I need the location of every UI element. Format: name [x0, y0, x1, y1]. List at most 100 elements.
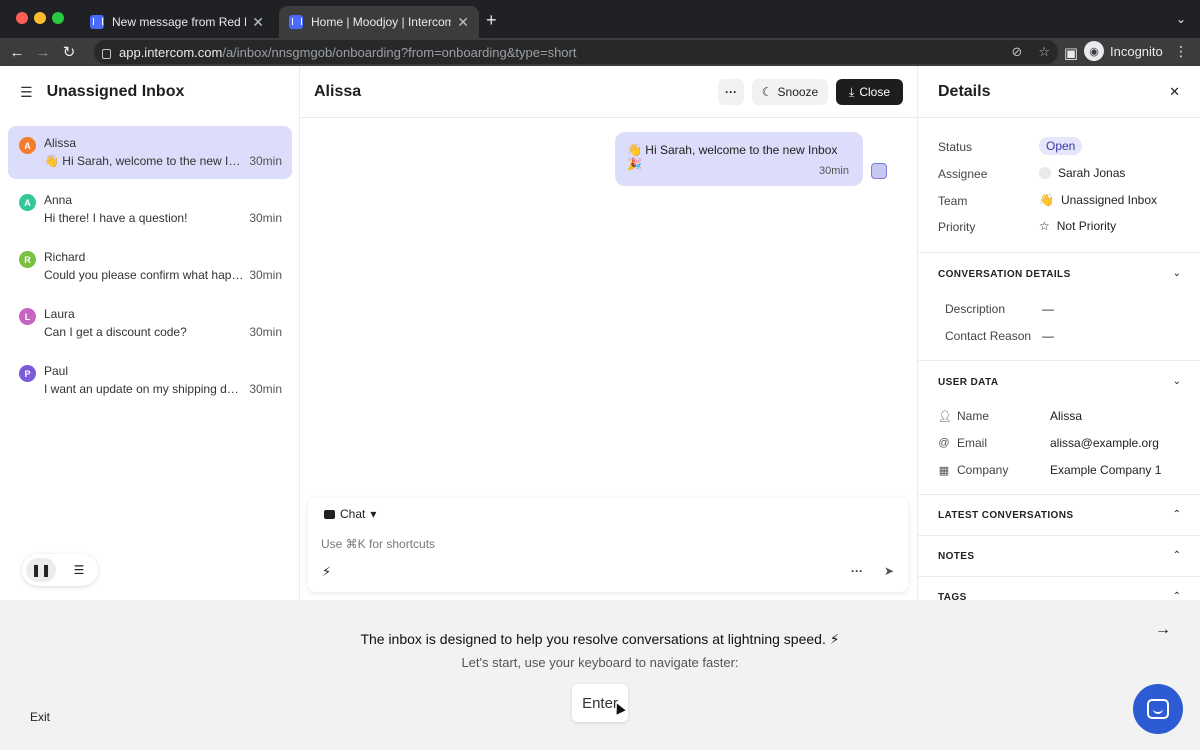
- user-company-value[interactable]: Example Company 1: [1050, 463, 1161, 477]
- url-host: app.intercom.com: [119, 44, 223, 60]
- address-bar[interactable]: app.intercom.com /a/inbox/nnsgmgob/onboa…: [94, 40, 1058, 64]
- next-arrow-icon[interactable]: →: [1155, 621, 1171, 639]
- close-icon[interactable]: ✕: [1169, 84, 1180, 100]
- building-icon: ▦: [938, 464, 950, 477]
- conversation-item-richard[interactable]: R Richard Could you please confirm what …: [8, 240, 292, 293]
- back-arrow-icon[interactable]: ←: [4, 44, 30, 61]
- messenger-icon: [1147, 699, 1169, 719]
- user-data-section: USER DATA ⌄ 👤︎ Name Alissa @ Email aliss…: [918, 360, 1200, 494]
- contact-reason-value[interactable]: —: [1042, 329, 1054, 343]
- details-panel: Details ✕ Status Open Assignee Sarah Jon…: [917, 66, 1200, 600]
- conversation-preview: 👋 Hi Sarah, welcome to the new Inbox 🎉: [44, 154, 244, 168]
- team-value[interactable]: 👋 Unassigned Inbox: [1039, 193, 1157, 207]
- more-options-button[interactable]: ···: [718, 79, 744, 105]
- user-email-value[interactable]: alissa@example.org: [1050, 436, 1159, 450]
- browser-tab-moodjoy[interactable]: Home | Moodjoy | Intercom ✕: [279, 6, 479, 38]
- section-title[interactable]: USER DATA: [938, 377, 998, 388]
- latest-conversations-section[interactable]: LATEST CONVERSATIONS ⌃: [918, 494, 1200, 535]
- forward-arrow-icon[interactable]: →: [30, 44, 56, 61]
- conversation-item-alissa[interactable]: A Alissa 👋 Hi Sarah, welcome to the new …: [8, 126, 292, 179]
- snooze-button[interactable]: ☾ Snooze: [752, 79, 828, 105]
- description-label: Description: [945, 302, 1006, 316]
- user-company-row: ▦ Company: [938, 463, 1009, 477]
- priority-label: Priority: [938, 220, 976, 234]
- window-maximize-button[interactable]: [52, 12, 64, 24]
- description-value[interactable]: —: [1042, 302, 1054, 316]
- details-header: Details ✕: [918, 66, 1200, 118]
- close-tab-icon[interactable]: ✕: [252, 14, 264, 31]
- conversation-item-anna[interactable]: A Anna Hi there! I have a question! 30mi…: [8, 183, 292, 236]
- avatar: P: [19, 365, 36, 382]
- priority-value[interactable]: ☆ Not Priority: [1039, 219, 1116, 233]
- status-badge: Open: [1039, 137, 1083, 155]
- collapse-sidebar-icon[interactable]: ☰: [20, 84, 33, 101]
- composer-input[interactable]: Use ⌘K for shortcuts: [321, 537, 435, 551]
- lightning-icon[interactable]: ⚡︎: [322, 564, 331, 580]
- conversation-item-laura[interactable]: L Laura Can I get a discount code? 30min: [8, 297, 292, 350]
- section-title[interactable]: CONVERSATION DETAILS: [938, 269, 1071, 280]
- intercom-messenger-launcher[interactable]: [1133, 684, 1183, 734]
- priority-text: Not Priority: [1056, 219, 1117, 233]
- window-close-button[interactable]: [16, 12, 28, 24]
- conversation-time: 30min: [249, 211, 282, 225]
- contact-reason-label: Contact Reason: [945, 329, 1032, 343]
- avatar: L: [19, 308, 36, 325]
- status-value[interactable]: Open: [1039, 137, 1083, 155]
- url-path: /a/inbox/nnsgmgob/onboarding?from=onboar…: [222, 44, 577, 60]
- conversation-name: Anna: [44, 193, 73, 207]
- layout-toggle: ❚❚ ☰: [22, 554, 98, 586]
- conversation-name: Paul: [44, 364, 69, 378]
- star-icon: ☆: [1039, 219, 1050, 233]
- reload-icon[interactable]: ↻: [56, 43, 82, 61]
- inbox-title: Unassigned Inbox: [46, 83, 185, 100]
- browser-tab-red-lamp[interactable]: New message from Red Lamp ✕: [80, 6, 274, 38]
- conversation-title: Alissa: [314, 82, 362, 100]
- chat-bubble-icon: [324, 509, 335, 519]
- close-tab-icon[interactable]: ✕: [457, 14, 469, 31]
- chevron-up-icon[interactable]: ⌃: [1173, 550, 1181, 561]
- moon-icon: ☾: [761, 85, 773, 99]
- team-name: Unassigned Inbox: [1060, 193, 1158, 207]
- assignee-value[interactable]: Sarah Jonas: [1039, 166, 1125, 180]
- conversation-item-paul[interactable]: P Paul I want an update on my shipping d…: [8, 354, 292, 407]
- tab-search-chevron-icon[interactable]: ⌄: [1176, 12, 1186, 26]
- exit-button[interactable]: Exit: [30, 710, 50, 724]
- chevron-down-icon[interactable]: ⌄: [1173, 268, 1181, 279]
- conversation-time: 30min: [249, 325, 282, 339]
- window-minimize-button[interactable]: [34, 12, 46, 24]
- tab-title: New message from Red Lamp: [112, 15, 246, 29]
- tags-section[interactable]: TAGS ⌃: [918, 576, 1200, 600]
- composer-mode-dropdown[interactable]: Chat ▾: [324, 507, 376, 521]
- user-name-value[interactable]: Alissa: [1050, 409, 1082, 423]
- conversation-preview: I want an update on my shipping dates.: [44, 382, 244, 396]
- snooze-label: Snooze: [777, 85, 819, 99]
- send-icon[interactable]: ➤: [884, 564, 894, 578]
- chevron-up-icon[interactable]: ⌃: [1173, 509, 1181, 520]
- bookmark-star-icon[interactable]: ☆: [1038, 44, 1050, 60]
- list-view-icon[interactable]: ☰: [64, 558, 94, 582]
- chevron-down-icon[interactable]: ⌄: [1173, 376, 1181, 387]
- new-tab-plus-icon[interactable]: +: [486, 10, 497, 31]
- assignee-label: Assignee: [938, 167, 988, 181]
- person-icon: 👤︎: [938, 410, 952, 423]
- eye-off-icon[interactable]: ⊘: [1011, 44, 1022, 60]
- status-label: Status: [938, 140, 973, 154]
- conversation-details-section: CONVERSATION DETAILS ⌄ Description — Con…: [918, 252, 1200, 360]
- chevron-down-icon: ▾: [370, 507, 377, 521]
- onboarding-subtext: Let's start, use your keyboard to naviga…: [461, 655, 739, 670]
- chevron-up-icon[interactable]: ⌃: [1173, 591, 1181, 600]
- profile-label: Incognito: [1110, 43, 1163, 59]
- reply-composer[interactable]: Chat ▾ Use ⌘K for shortcuts ⚡︎ ··· ➤: [308, 498, 908, 592]
- user-email-row: @ Email: [938, 436, 987, 450]
- notes-section[interactable]: NOTES ⌃: [918, 535, 1200, 576]
- details-title: Details: [938, 82, 991, 100]
- columns-view-icon[interactable]: ❚❚: [26, 558, 56, 582]
- browser-menu-icon[interactable]: ⋮: [1174, 43, 1188, 60]
- composer-more-icon[interactable]: ···: [851, 564, 863, 578]
- section-title: TAGS: [938, 592, 967, 600]
- close-conversation-button[interactable]: ⤓ Close: [836, 79, 903, 105]
- incognito-profile[interactable]: ◉ Incognito: [1084, 41, 1163, 61]
- side-panel-icon[interactable]: ▣: [1058, 44, 1084, 62]
- tab-title: Home | Moodjoy | Intercom: [311, 15, 452, 29]
- at-icon: @: [938, 437, 950, 449]
